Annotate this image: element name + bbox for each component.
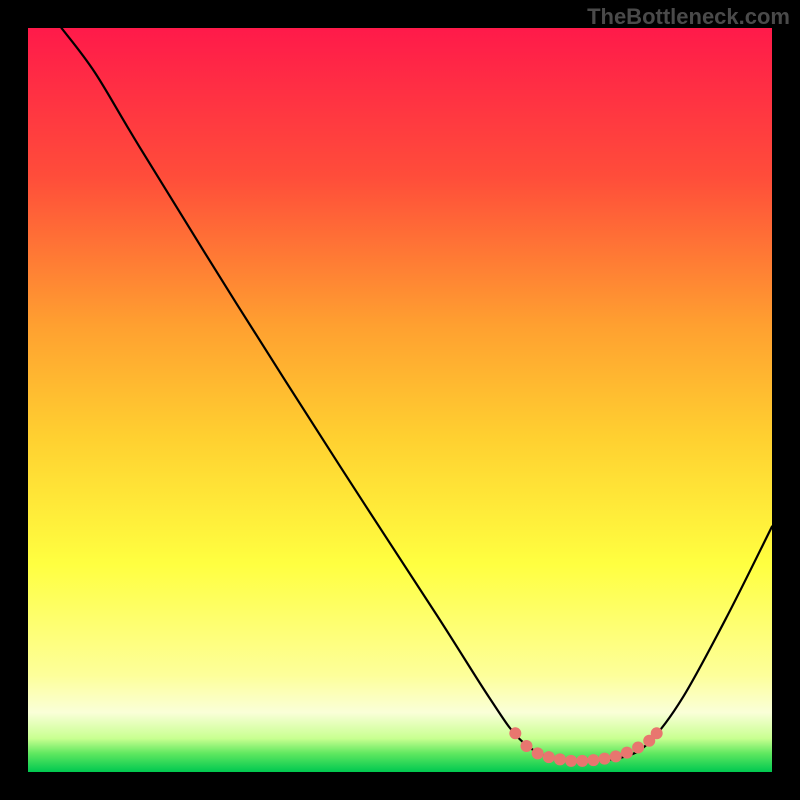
trough-dot [520, 740, 532, 752]
trough-dot [532, 747, 544, 759]
watermark-text: TheBottleneck.com [587, 4, 790, 30]
trough-dot [509, 727, 521, 739]
chart-frame: TheBottleneck.com [0, 0, 800, 800]
trough-dot [554, 753, 566, 765]
trough-dot [543, 751, 555, 763]
trough-dot [651, 727, 663, 739]
trough-dot [621, 747, 633, 759]
trough-dot [610, 750, 622, 762]
gradient-bg [28, 28, 772, 772]
trough-dot [565, 755, 577, 767]
chart-svg [28, 28, 772, 772]
trough-dot [599, 753, 611, 765]
plot-area [28, 28, 772, 772]
trough-dot [587, 754, 599, 766]
trough-dot [632, 741, 644, 753]
trough-dot [576, 755, 588, 767]
